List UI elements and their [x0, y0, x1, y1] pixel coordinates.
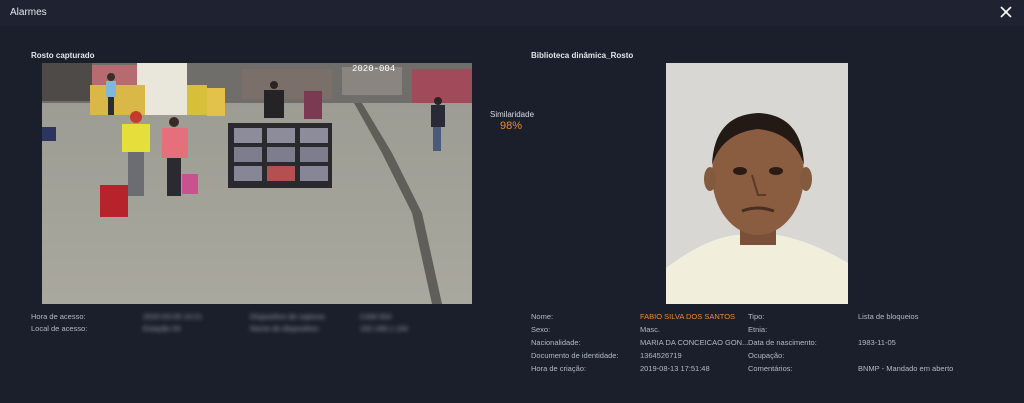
- access-location-label: Local de acesso:: [31, 324, 88, 333]
- type-label: Tipo:: [748, 312, 765, 321]
- name-label: Nome:: [531, 312, 554, 321]
- capture-device-label: Dispositivo de captura:: [250, 312, 326, 321]
- sex-value: Masc.: [640, 325, 661, 334]
- creation-time-label: Hora de criação:: [531, 364, 587, 373]
- comments-label: Comentários:: [748, 364, 793, 373]
- birth-date-label: Data de nascimento:: [748, 338, 817, 347]
- camera-overlay-text: 2020-004: [352, 64, 395, 74]
- ethnicity-label: Etnia:: [748, 325, 768, 334]
- comments-value: BNMP - Mandado em aberto: [858, 364, 954, 373]
- window-title: Alarmes: [10, 7, 47, 18]
- creation-time-value: 2019-08-13 17:51:48: [640, 364, 710, 373]
- captured-face-label: Rosto capturado: [31, 51, 95, 60]
- library-face-image: [666, 63, 848, 304]
- birth-date-value: 1983-11-05: [858, 338, 896, 347]
- nationality-value: MARIA DA CONCEICAO GON...: [640, 338, 749, 347]
- library-label: Biblioteca dinâmica_Rosto: [531, 51, 634, 60]
- sex-label: Sexo:: [531, 325, 551, 334]
- occupation-label: Ocupação:: [748, 351, 785, 360]
- similarity-value: 98%: [499, 120, 523, 132]
- device-name-label: Nome do dispositivo:: [250, 324, 320, 333]
- nationality-label: Nacionalidade:: [531, 338, 581, 347]
- id-document-value: 1364526719: [640, 351, 682, 360]
- name-value: FABIO SILVA DOS SANTOS: [640, 312, 736, 321]
- type-value: Lista de bloqueios: [858, 312, 919, 321]
- access-location-value: Estação 04: [143, 324, 181, 333]
- access-time-label: Hora de acesso:: [31, 312, 86, 321]
- device-name-value: 192.168.1.104: [360, 324, 408, 333]
- title-bar: Alarmes: [0, 0, 1024, 26]
- similarity-label: Similaridade: [490, 110, 535, 119]
- captured-scene-image: 2020-004: [42, 63, 472, 304]
- capture-device-value: CAM 004: [360, 312, 392, 321]
- id-document-label: Documento de identidade:: [531, 351, 619, 360]
- access-time-value: 2020-03-05 10:21: [143, 312, 203, 321]
- close-icon[interactable]: [998, 4, 1014, 20]
